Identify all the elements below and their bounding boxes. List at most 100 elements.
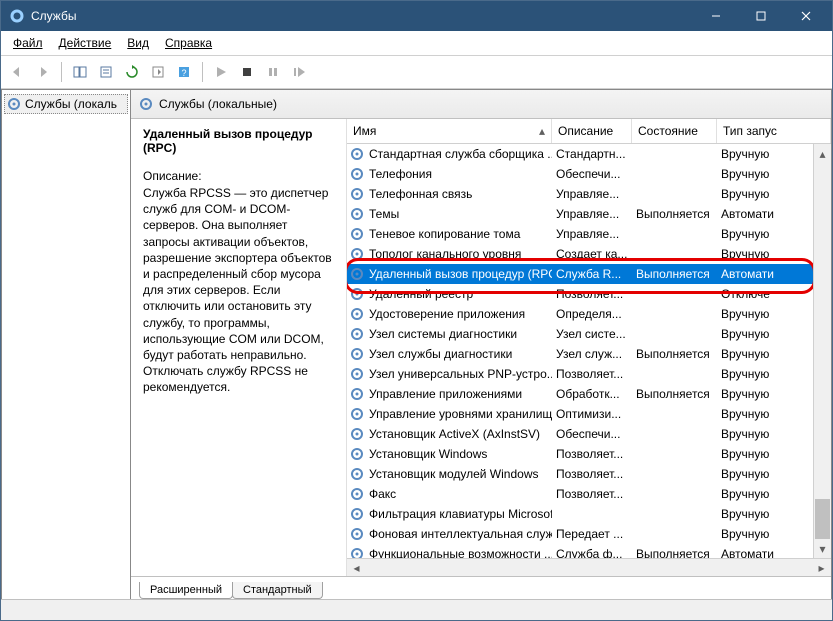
cell-name: Теневое копирование тома <box>365 225 552 243</box>
cell-state <box>632 172 717 176</box>
cell-description: Обеспечи... <box>552 425 632 443</box>
tree-pane[interactable]: Службы (локаль <box>1 90 131 599</box>
table-row[interactable]: Функциональные возможности ...Служба ф..… <box>347 544 813 558</box>
scroll-thumb[interactable] <box>815 499 830 539</box>
menu-view[interactable]: Вид <box>119 34 157 52</box>
pause-service-button[interactable] <box>261 60 285 84</box>
menu-file[interactable]: Файл <box>5 34 51 52</box>
cell-name: Удаленный вызов процедур (RPC) <box>365 265 552 283</box>
column-startup[interactable]: Тип запус <box>717 119 831 143</box>
cell-name: Установщик ActiveX (AxInstSV) <box>365 425 552 443</box>
gear-icon <box>349 147 365 161</box>
cell-startup: Вручную <box>717 325 813 343</box>
minimize-button[interactable] <box>693 1 738 31</box>
table-row[interactable]: Узел службы диагностикиУзел служ...Выпол… <box>347 344 813 364</box>
restart-service-button[interactable] <box>287 60 311 84</box>
menubar: Файл Действие Вид Справка <box>1 31 832 56</box>
maximize-button[interactable] <box>738 1 783 31</box>
cell-startup: Автомати <box>717 545 813 558</box>
rows-container[interactable]: Стандартная служба сборщика ...Стандартн… <box>347 144 813 558</box>
toolbar: ? <box>1 56 832 89</box>
table-row[interactable]: Удаленный реестрПозволяет...Отключе <box>347 284 813 304</box>
column-description[interactable]: Описание <box>552 119 632 143</box>
table-row[interactable]: Теневое копирование томаУправляе...Вручн… <box>347 224 813 244</box>
body-split: Службы (локаль Службы (локальные) Удален… <box>1 89 832 599</box>
cell-name: Управление приложениями <box>365 385 552 403</box>
cell-name: Факс <box>365 485 552 503</box>
table-row[interactable]: Стандартная служба сборщика ...Стандартн… <box>347 144 813 164</box>
menu-help[interactable]: Справка <box>157 34 220 52</box>
table-row[interactable]: Установщик модулей WindowsПозволяет...Вр… <box>347 464 813 484</box>
table-row[interactable]: Установщик ActiveX (AxInstSV)Обеспечи...… <box>347 424 813 444</box>
gear-icon <box>349 327 365 341</box>
refresh-button[interactable] <box>120 60 144 84</box>
column-name[interactable]: Имя ▴ <box>347 119 552 143</box>
stop-service-button[interactable] <box>235 60 259 84</box>
services-window: Службы Файл Действие Вид Справка ? Служб… <box>0 0 833 621</box>
cell-description: Стандартн... <box>552 145 632 163</box>
cell-name: Узел службы диагностики <box>365 345 552 363</box>
scroll-left-icon[interactable]: ◂ <box>349 560 364 575</box>
cell-name: Установщик Windows <box>365 445 552 463</box>
svg-text:?: ? <box>181 68 186 78</box>
table-row[interactable]: Узел системы диагностикиУзел систе...Вру… <box>347 324 813 344</box>
tab-standard[interactable]: Стандартный <box>232 582 323 599</box>
start-service-button[interactable] <box>209 60 233 84</box>
services-list: Имя ▴ Описание Состояние Тип запус Станд… <box>346 119 831 576</box>
cell-startup: Автомати <box>717 205 813 223</box>
table-row[interactable]: ТелефонияОбеспечи...Вручную <box>347 164 813 184</box>
table-row[interactable]: ТемыУправляе...ВыполняетсяАвтомати <box>347 204 813 224</box>
table-row[interactable]: Удостоверение приложенияОпределя...Вручн… <box>347 304 813 324</box>
gear-icon <box>349 447 365 461</box>
cell-name: Телефония <box>365 165 552 183</box>
table-row[interactable]: Телефонная связьУправляе...Вручную <box>347 184 813 204</box>
scroll-down-icon[interactable]: ▾ <box>815 541 830 556</box>
cell-startup: Вручную <box>717 245 813 263</box>
menu-action[interactable]: Действие <box>51 34 120 52</box>
cell-startup: Вручную <box>717 525 813 543</box>
cell-description: Определя... <box>552 305 632 323</box>
table-row[interactable]: Тополог канального уровняСоздает ка...Вр… <box>347 244 813 264</box>
table-row[interactable]: Управление уровнями хранилищаОптимизи...… <box>347 404 813 424</box>
cell-name: Управление уровнями хранилища <box>365 405 552 423</box>
cell-name: Установщик модулей Windows <box>365 465 552 483</box>
export-button[interactable] <box>146 60 170 84</box>
selected-service-name: Удаленный вызов процедур (RPC) <box>143 127 336 155</box>
scroll-up-icon[interactable]: ▴ <box>815 146 830 161</box>
table-row[interactable]: Управление приложениямиОбработк...Выполн… <box>347 384 813 404</box>
scroll-right-icon[interactable]: ▸ <box>814 560 829 575</box>
table-row[interactable]: ФаксПозволяет...Вручную <box>347 484 813 504</box>
show-hide-tree-button[interactable] <box>68 60 92 84</box>
table-row[interactable]: Фильтрация клавиатуры MicrosoftВручную <box>347 504 813 524</box>
gear-icon <box>349 287 365 301</box>
tab-extended[interactable]: Расширенный <box>139 582 233 599</box>
back-button[interactable] <box>5 60 29 84</box>
table-row[interactable]: Установщик WindowsПозволяет...Вручную <box>347 444 813 464</box>
properties-button[interactable] <box>94 60 118 84</box>
cell-description: Позволяет... <box>552 285 632 303</box>
cell-description: Управляе... <box>552 205 632 223</box>
cell-startup: Отключе <box>717 285 813 303</box>
cell-description: Позволяет... <box>552 445 632 463</box>
cell-description <box>552 512 632 516</box>
column-state[interactable]: Состояние <box>632 119 717 143</box>
tree-node-services[interactable]: Службы (локаль <box>4 94 128 114</box>
cell-state <box>632 232 717 236</box>
help-button[interactable]: ? <box>172 60 196 84</box>
cell-startup: Вручную <box>717 385 813 403</box>
table-row[interactable]: Фоновая интеллектуальная служ...Передает… <box>347 524 813 544</box>
gear-icon <box>349 187 365 201</box>
cell-name: Темы <box>365 205 552 223</box>
description-label: Описание: <box>143 169 336 183</box>
gear-icon <box>349 167 365 181</box>
horizontal-scrollbar[interactable]: ◂ ▸ <box>347 558 831 576</box>
gear-icon <box>349 487 365 501</box>
forward-button[interactable] <box>31 60 55 84</box>
table-row[interactable]: Узел универсальных PNP-устро...Позволяет… <box>347 364 813 384</box>
table-row[interactable]: Удаленный вызов процедур (RPC)Служба R..… <box>347 264 813 284</box>
gear-icon <box>349 247 365 261</box>
vertical-scrollbar[interactable]: ▴ ▾ <box>813 144 831 558</box>
gear-icon <box>349 467 365 481</box>
gear-icon <box>7 97 21 111</box>
close-button[interactable] <box>783 1 828 31</box>
